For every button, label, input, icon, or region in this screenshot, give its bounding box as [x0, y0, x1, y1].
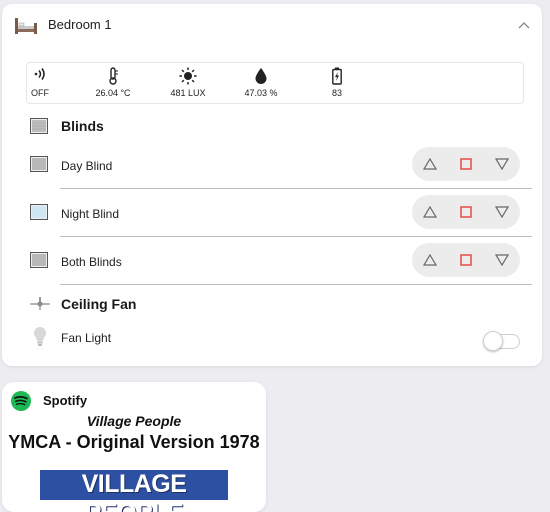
blind-open-icon [30, 204, 48, 225]
blind-down-button[interactable] [484, 195, 520, 229]
blind-up-button[interactable] [412, 243, 448, 277]
blind-down-button[interactable] [484, 147, 520, 181]
spotify-artist: Village People [86, 413, 182, 429]
blind-stop-button[interactable] [448, 243, 484, 277]
fan-light-toggle[interactable] [483, 331, 520, 351]
sun-icon [179, 67, 197, 90]
battery-charging-icon [332, 67, 342, 90]
blind-stop-button[interactable] [448, 147, 484, 181]
blind-row-label: Day Blind [61, 159, 113, 173]
room-title: Bedroom 1 [48, 17, 112, 32]
sensor-signal: OFF [27, 63, 53, 103]
sensor-value: 481 LUX [170, 88, 206, 98]
toggle-knob [483, 331, 503, 351]
sensor-humidity: 47.03 % [241, 63, 281, 103]
sensor-value: 47.03 % [244, 88, 278, 98]
blind-up-button[interactable] [412, 147, 448, 181]
blinds-section-title: Blinds [61, 118, 104, 134]
sensor-value: 83 [331, 88, 343, 98]
blinds-section-icon [30, 118, 48, 139]
water-drop-icon [254, 67, 268, 90]
row-divider [60, 236, 532, 237]
row-divider [60, 188, 532, 189]
sensor-bar: OFF 26.04 °C 481 LUX 47.03 % 83 [26, 62, 524, 104]
room-header[interactable]: Bedroom 1 [12, 14, 540, 40]
spotify-card: Spotify Village People YMCA - Original V… [2, 382, 266, 512]
thermometer-icon [107, 67, 119, 90]
album-art[interactable]: VILLAGE PEOPLE [40, 470, 228, 512]
sensor-battery: 83 [317, 63, 357, 103]
room-card: Bedroom 1 OFF 26.04 °C 481 LUX 47.03 % 8… [2, 4, 542, 366]
day-blind-controls [412, 147, 520, 181]
blind-stop-button[interactable] [448, 195, 484, 229]
both-blinds-controls [412, 243, 520, 277]
blind-down-button[interactable] [484, 243, 520, 277]
sensor-value: OFF [31, 88, 49, 98]
fan-light-label: Fan Light [61, 331, 112, 345]
night-blind-controls [412, 195, 520, 229]
sensor-temperature: 26.04 °C [93, 63, 133, 103]
spotify-title: Spotify [43, 393, 88, 408]
bed-icon [14, 16, 38, 41]
album-art-text: VILLAGE PEOPLE [81, 470, 187, 512]
blind-row-label: Both Blinds [61, 255, 122, 269]
chevron-up-icon[interactable] [518, 18, 530, 36]
blind-closed-icon [30, 156, 48, 177]
blind-closed-icon [30, 252, 48, 273]
spotify-track-title: YMCA - Original Version 1978 [8, 432, 260, 452]
ceiling-fan-icon [29, 297, 51, 316]
blind-row-label: Night Blind [61, 207, 120, 221]
sensor-value: 26.04 °C [95, 88, 131, 98]
ceiling-fan-title: Ceiling Fan [61, 296, 137, 312]
lightbulb-icon [33, 326, 47, 353]
blind-up-button[interactable] [412, 195, 448, 229]
signal-icon [33, 67, 47, 86]
row-divider [60, 284, 532, 285]
sensor-illuminance: 481 LUX [168, 63, 208, 103]
